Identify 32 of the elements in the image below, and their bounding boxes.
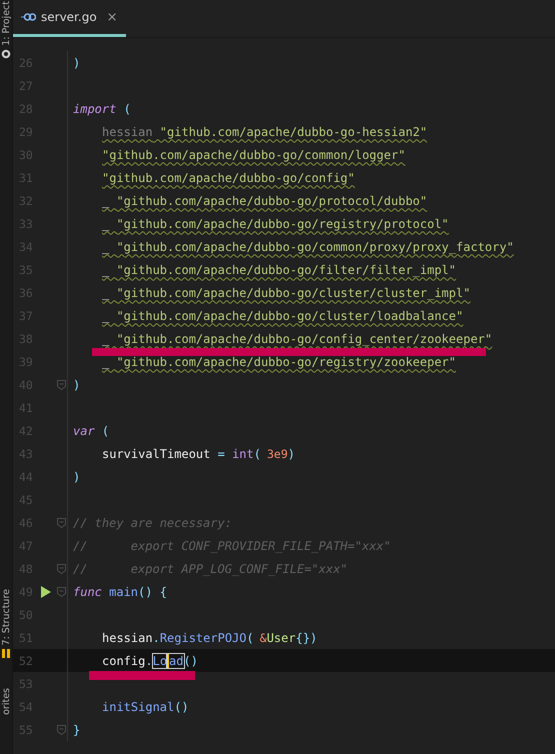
code-line: initSignal() xyxy=(101,698,189,714)
code-line: } xyxy=(72,722,80,738)
code-line: _ "github.com/apache/dubbo-go/common/proxy/proxy_factory" xyxy=(101,238,514,254)
code-line: func main() { xyxy=(72,584,167,600)
code-line: _ "github.com/apache/dubbo-go/registry/protocol" xyxy=(101,216,449,232)
code-line: _ "github.com/apache/dubbo-go/cluster/loadbalance" xyxy=(101,308,464,324)
code-line: import ( xyxy=(72,100,131,116)
tool-window-tab[interactable]: 7: Structure xyxy=(0,588,12,646)
close-icon[interactable]: × xyxy=(106,10,118,24)
code-line: "github.com/apache/dubbo-go/config" xyxy=(101,170,355,186)
tab-title: server.go xyxy=(41,10,97,24)
code-line: var ( xyxy=(72,422,110,438)
code-line: ) xyxy=(72,376,80,392)
code-line: config.Lo ad() xyxy=(101,652,198,668)
code-line: _ "github.com/apache/dubbo-go/registry/zookeeper" xyxy=(101,354,456,370)
code-line: hessian "github.com/apache/dubbo-go-hessian2" xyxy=(101,124,428,140)
code-line: hessian.RegisterPOJO( &User{}) xyxy=(101,630,318,646)
code-line: "github.com/apache/dubbo-go/common/logger" xyxy=(101,146,406,162)
tool-window-tab[interactable]: 1: Project xyxy=(0,1,12,46)
code-line: _ "github.com/apache/dubbo-go/config_center/zookeeper" xyxy=(101,330,492,346)
code-line: _ "github.com/apache/dubbo-go/cluster/cluster_impl" xyxy=(101,284,470,300)
code-line: // they are necessary: xyxy=(72,514,232,530)
code-line: // export APP_LOG_CONF_FILE="xxx" xyxy=(72,560,348,576)
line-number: 52 xyxy=(18,654,34,668)
tool-window-tab[interactable]: orites xyxy=(0,688,12,716)
code-line: ) xyxy=(72,54,80,70)
code-line: // export CONF_PROVIDER_FILE_PATH="xxx" xyxy=(72,538,391,554)
code-line: survivalTimeout = int( 3e9) xyxy=(101,446,295,462)
editor-tab[interactable]: server.go × xyxy=(13,0,126,37)
code-line: _ "github.com/apache/dubbo-go/filter/filter_impl" xyxy=(101,262,456,278)
code-line: _ "github.com/apache/dubbo-go/protocol/dubbo" xyxy=(101,192,428,208)
code-line: ) xyxy=(72,468,80,484)
